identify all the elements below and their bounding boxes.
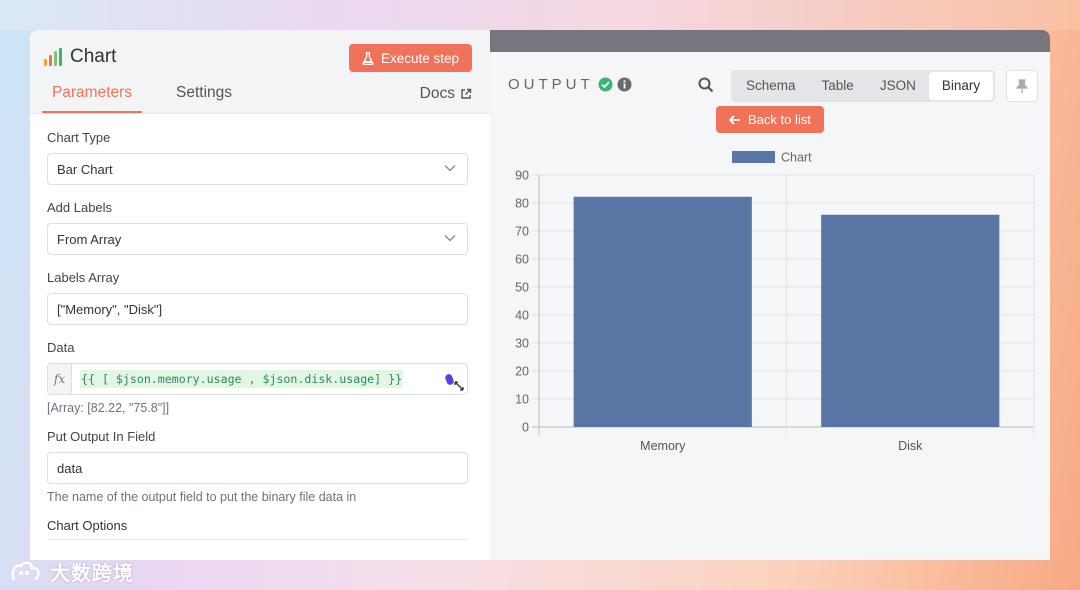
execute-step-label: Execute step — [380, 50, 459, 66]
watermark-logo — [11, 561, 40, 580]
watermark: 大数跨境 — [10, 557, 134, 586]
tab-schema[interactable]: Schema — [733, 72, 809, 100]
output-field-label: Put Output In Field — [47, 429, 156, 444]
tab-settings[interactable]: Settings — [176, 84, 232, 113]
watermark-text: 大数跨境 — [50, 561, 134, 585]
node-title-label: Chart — [70, 46, 117, 67]
node-tabs: Parameters Settings — [42, 84, 266, 113]
output-field-value: data — [57, 460, 83, 476]
back-to-list-button[interactable]: Back to list — [716, 106, 824, 133]
output-field-input[interactable]: data — [47, 452, 468, 484]
x-tick-label: Disk — [898, 439, 923, 453]
output-title: OUTPUT — [508, 76, 632, 93]
y-tick-label: 20 — [515, 365, 529, 379]
bar-chart: Chart 0 10 20 30 40 50 60 70 80 90 Memory Disk — [515, 151, 1035, 453]
y-tick-label: 30 — [515, 337, 529, 351]
pin-data-button[interactable] — [1006, 70, 1038, 102]
bar-chart-icon — [44, 48, 62, 66]
bar — [573, 196, 752, 427]
info-icon[interactable] — [617, 77, 632, 92]
window-frame — [0, 0, 1080, 30]
y-tick-label: 0 — [522, 421, 529, 435]
flask-icon — [362, 51, 374, 65]
legend-swatch — [732, 151, 775, 163]
chart-type-value: Bar Chart — [57, 161, 113, 177]
data-expression-input[interactable]: fx {{ [ $json.memory.usage , $json.disk.… — [47, 363, 468, 395]
chevron-down-icon — [444, 165, 456, 172]
docs-link[interactable]: Docs — [420, 85, 472, 103]
chart-options-label: Chart Options — [47, 518, 128, 533]
search-icon[interactable] — [698, 77, 714, 93]
tab-table[interactable]: Table — [809, 72, 867, 100]
chart-type-label: Chart Type — [47, 130, 111, 145]
external-link-icon — [461, 88, 472, 99]
fx-icon: fx — [48, 364, 72, 394]
y-tick-label: 80 — [515, 197, 529, 211]
output-label: OUTPUT — [508, 76, 594, 93]
execute-step-button[interactable]: Execute step — [348, 44, 472, 72]
y-tick-label: 90 — [515, 169, 529, 183]
divider — [47, 539, 468, 540]
add-labels-label: Add Labels — [47, 200, 113, 215]
node-parameters-panel: Chart Execute step Parameters Settings D… — [30, 30, 490, 560]
output-panel-header-bar — [490, 30, 1050, 52]
y-tick-label: 40 — [515, 309, 529, 323]
tab-binary[interactable]: Binary — [928, 72, 994, 100]
y-tick-label: 60 — [515, 253, 529, 267]
labels-array-value: ["Memory", "Disk"] — [57, 301, 163, 317]
add-labels-select[interactable]: From Array — [47, 223, 468, 255]
y-tick-label: 50 — [515, 281, 529, 295]
tab-json[interactable]: JSON — [867, 72, 929, 100]
back-to-list-label: Back to list — [748, 112, 811, 127]
data-expression-code: {{ [ $json.memory.usage , $json.disk.usa… — [80, 370, 404, 388]
chart-type-select[interactable]: Bar Chart — [47, 153, 468, 185]
chevron-down-icon — [444, 235, 456, 242]
labels-array-input[interactable]: ["Memory", "Disk"] — [47, 293, 468, 325]
success-check-icon — [598, 77, 613, 92]
y-tick-label: 10 — [515, 393, 529, 407]
docs-label: Docs — [419, 85, 455, 102]
node-title: Chart — [44, 46, 116, 68]
x-tick-label: Memory — [640, 439, 686, 453]
arrow-left-icon — [729, 114, 740, 125]
add-labels-value: From Array — [57, 231, 122, 247]
data-result-preview: [Array: [82.22, "75.8"]] — [47, 401, 170, 415]
output-field-hint: The name of the output field to put the … — [47, 490, 357, 504]
view-mode-tabs: Schema Table JSON Binary — [731, 70, 996, 102]
y-tick-label: 70 — [515, 225, 529, 239]
output-panel: OUTPUT Schema Table JSON Binary Back to … — [490, 30, 1050, 560]
parameters-form: Chart Type Bar Chart Add Labels From Arr… — [30, 130, 490, 540]
labels-array-label: Labels Array — [47, 270, 120, 285]
expand-icon[interactable] — [454, 381, 464, 391]
data-label: Data — [47, 340, 75, 355]
bar — [821, 214, 1000, 427]
pin-icon — [1016, 78, 1028, 93]
node-header: Chart Execute step Parameters Settings D… — [30, 30, 490, 114]
tab-parameters[interactable]: Parameters — [42, 84, 142, 113]
legend-label: Chart — [781, 151, 812, 165]
